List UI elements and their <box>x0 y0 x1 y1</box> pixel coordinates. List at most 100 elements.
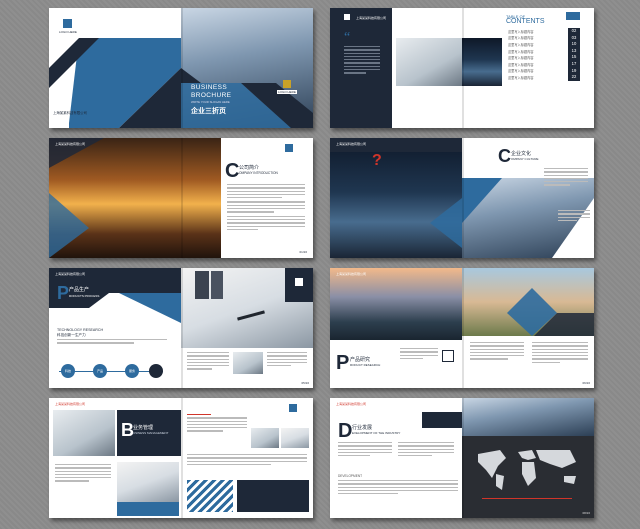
section-initial-letter: C <box>225 160 240 182</box>
navy-text-block <box>237 480 309 512</box>
toc-row-number: 19 <box>568 67 580 75</box>
section-initial-letter: P <box>57 283 70 303</box>
industry-body-text-3 <box>338 480 458 496</box>
research-right-text <box>532 342 588 365</box>
toc-marker <box>566 12 580 20</box>
skyline-panorama-photo <box>462 398 594 436</box>
development-label: DEVELOPMENT <box>338 474 363 478</box>
page-industry-left: 上海某某科技有限公司 D 行业发展 EVELOPMENT OF THE INDU… <box>330 398 462 518</box>
logo-icon <box>289 404 297 412</box>
section-title-cn: 业务管理 <box>133 425 154 431</box>
person-silhouette <box>195 271 209 299</box>
culture-overlay-shapes <box>430 198 462 248</box>
products-right-text <box>187 352 229 372</box>
toc-row[interactable]: 这里写入标题内容 10 <box>508 41 580 48</box>
world-map-icon <box>478 450 576 490</box>
toc-row-label: 这里写入标题内容 <box>508 62 534 67</box>
spread-company-culture: 上海某某科技有限公司 ? C 企业文化 OMPANY CULTURE <box>330 138 594 258</box>
company-name: 上海某某科技有限公司 <box>55 272 86 276</box>
laptop-keyboard-photo <box>53 410 115 456</box>
street-photo-continued <box>181 138 221 258</box>
section-title-en: OMPANY CULTURE <box>511 157 539 161</box>
page-toc-right: TABLE OF CONTENTS 这里写入标题内容 02 这里写入标题内容 03 … <box>462 8 594 128</box>
page-number: 08/16 <box>582 511 590 515</box>
page-products-right: 05/16 <box>181 268 313 388</box>
page-products-left: 上海某某科技有限公司 P 产品生产 RODUCTS PROCESS TECHNO… <box>49 268 181 388</box>
toc-list: 这里写入标题内容 02 这里写入标题内容 03 这里写入标题内容 10 这里写入标题内… <box>508 28 580 81</box>
company-name: 上海某某科技有限公司 <box>55 142 86 146</box>
section-title-en: RODUCT RESEARCH <box>350 363 381 367</box>
toc-row[interactable]: 这里写入标题内容 22 <box>508 74 580 81</box>
management-right-text <box>187 414 247 434</box>
culture-body-text <box>544 168 588 188</box>
research-overlay-shapes <box>507 288 594 336</box>
spread-product-research: 上海某某科技有限公司 P 产品研究 RODUCT RESEARCH 06/16 <box>330 268 594 388</box>
toc-row[interactable]: 这里写入标题内容 03 <box>508 34 580 42</box>
company-name: 上海某某科技有限公司 <box>55 402 86 406</box>
spread-products-process: 上海某某科技有限公司 P 产品生产 RODUCTS PROCESS TECHNO… <box>49 268 313 388</box>
culture-body-text-lower <box>558 210 590 223</box>
fold-line <box>462 138 464 258</box>
step-circle-end <box>149 364 163 378</box>
page-research-right: 06/16 <box>462 268 594 388</box>
intro-overlay-shapes <box>49 138 104 258</box>
step-circle: 科技 <box>61 364 75 378</box>
fold-line <box>181 268 183 388</box>
spread-toc: 上海某某科技有限公司 “ TABLE OF CONTENTS 这里写入标题内容 0… <box>330 8 594 128</box>
toc-row[interactable]: 这里写入标题内容 13 <box>508 47 580 55</box>
page-culture-right: C 企业文化 OMPANY CULTURE <box>462 138 594 258</box>
company-name-left: 上海某某科技有限公司 <box>53 111 87 115</box>
fold-line <box>462 398 464 518</box>
spread-industry-development: 上海某某科技有限公司 D 行业发展 EVELOPMENT OF THE INDU… <box>330 398 594 518</box>
management-body-text <box>55 464 111 484</box>
toc-row-label: 这里写入标题内容 <box>508 56 534 61</box>
spread-company-intro: 上海某某科技有限公司 C 公司简介 OMPANY INTRODUCTION 01… <box>49 138 313 258</box>
fold-line <box>462 268 464 388</box>
toc-row-number: 10 <box>568 41 580 48</box>
toc-row[interactable]: 这里写入标题内容 15 <box>508 54 580 61</box>
page-intro-left: 上海某某科技有限公司 <box>49 138 181 258</box>
quote-mark: “ <box>344 30 351 45</box>
cover-title-line2: BROCHURE <box>191 92 232 99</box>
office-small-photo <box>281 428 309 448</box>
page-management-left: 上海某某科技有限公司 B 业务管理 USINESS MANAGEMENT <box>49 398 181 518</box>
step-circle: 服务 <box>125 364 139 378</box>
toc-heading-big: CONTENTS <box>506 18 545 25</box>
toc-row-label: 这里写入标题内容 <box>508 75 534 80</box>
intro-body-text <box>227 184 305 232</box>
toc-row-number: 02 <box>568 28 580 35</box>
cover-title-line1: BUSINESS <box>191 84 228 91</box>
industry-body-text-2 <box>398 442 454 458</box>
toc-row[interactable]: 这里写入标题内容 17 <box>508 60 580 68</box>
page-management-right <box>181 398 313 518</box>
logo-icon-right <box>283 80 291 88</box>
logo-icon <box>344 14 350 20</box>
spread-cover: LOGO HERE 上海某某科技有限公司 BUSINESS BROCHURE W… <box>49 8 313 128</box>
toc-row-label: 这里写入标题内容 <box>508 69 534 74</box>
cover-subtitle: WRITE YOUR SLOGAN HERE <box>191 100 230 104</box>
page-industry-right: 08/16 <box>462 398 594 518</box>
section-title-en: RODUCTS PROCESS <box>69 294 100 298</box>
toc-row[interactable]: 这里写入标题内容 02 <box>508 28 580 35</box>
step-circle: 产品 <box>93 364 107 378</box>
cover-title-cn: 企业三折页 <box>191 108 226 115</box>
coastal-sunset-photo <box>330 268 462 340</box>
toc-row-label: 这里写入标题内容 <box>508 36 534 41</box>
toc-row-label: 这里写入标题内容 <box>508 49 534 54</box>
subheading-cn: 科技创新一生产力 <box>57 333 86 337</box>
page-number: 06/16 <box>582 381 590 385</box>
toc-row-number: 22 <box>568 74 580 81</box>
section-title-cn: 产品生产 <box>69 287 90 293</box>
section-title-cn: 公司简介 <box>239 165 260 171</box>
page-research-left: 上海某某科技有限公司 P 产品研究 RODUCT RESEARCH <box>330 268 462 388</box>
laptop-hands-photo <box>396 38 462 86</box>
title-tab <box>422 412 462 428</box>
toc-row-label: 这里写入标题内容 <box>508 29 534 34</box>
toc-row-number: 17 <box>568 60 580 68</box>
page-toc-left: 上海某某科技有限公司 “ <box>330 8 462 128</box>
laptop-small-photo <box>251 428 279 448</box>
fold-line <box>181 8 183 128</box>
person-silhouette <box>211 271 223 299</box>
toc-row[interactable]: 这里写入标题内容 19 <box>508 67 580 75</box>
map-accent-line <box>482 498 572 499</box>
